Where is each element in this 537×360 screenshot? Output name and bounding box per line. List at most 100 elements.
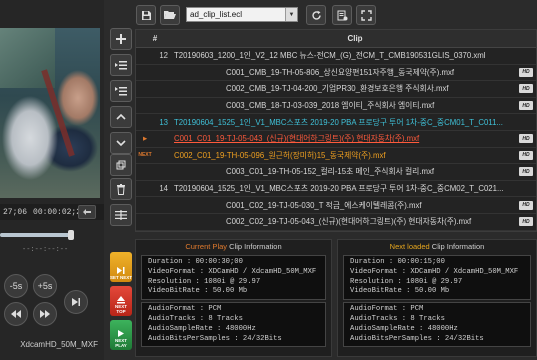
chevron-down-icon xyxy=(116,140,126,147)
clip-row-name: T20190603_1200_1인_V2_12 MBC 뉴스-전CM_(G)_전… xyxy=(174,51,486,61)
rewind-button[interactable] xyxy=(4,302,28,326)
save-playlist-button[interactable] xyxy=(136,5,156,25)
clip-table: # Clip 12 T20190603_1200_1인_V2_12 MBC 뉴스-… xyxy=(135,29,537,232)
move-up-button[interactable] xyxy=(110,106,132,128)
current-clip-info-label: Clip Information xyxy=(227,242,282,251)
info-line: AudioTracks : 8 Tracks xyxy=(148,314,243,323)
copy-clip-button[interactable] xyxy=(110,154,132,176)
fullscreen-button[interactable] xyxy=(356,5,376,25)
info-line: AudioSampleRate : 48000Hz xyxy=(350,324,458,333)
playing-marker: ▶ xyxy=(143,135,147,142)
next-audio-info: AudioFormat : PCM AudioTracks : 8 Tracks… xyxy=(343,302,531,348)
open-playlist-button[interactable] xyxy=(160,5,180,25)
next-play-label: NEXT PLAY xyxy=(114,338,127,348)
next-clip-info-panel: Next loaded Clip Information Duration : … xyxy=(337,239,537,357)
sync-icon xyxy=(83,209,91,215)
hd-badge: HD xyxy=(519,167,533,177)
clip-row[interactable]: NEXT C002_C01_19-TH-05-096_원근허(장미허)15_동국제… xyxy=(136,148,536,165)
clip-table-header: # Clip xyxy=(136,30,536,48)
insert-list-icon xyxy=(115,61,127,70)
chevron-down-icon: ▼ xyxy=(285,8,297,21)
skip-next-icon xyxy=(72,298,80,306)
info-line: AudioFormat : PCM xyxy=(148,305,222,314)
clip-row-number: 12 xyxy=(159,51,168,61)
playlist-select[interactable]: ad_clip_list.ecl ▼ xyxy=(186,7,298,22)
floppy-disk-icon xyxy=(141,10,151,20)
info-line: AudioTracks : 8 Tracks xyxy=(350,314,445,323)
format-status: XdcamHD_50M_MXF xyxy=(0,336,104,352)
chevron-up-icon xyxy=(116,113,126,120)
marker-timecode: --:--:--:-- xyxy=(22,246,69,254)
clip-row[interactable]: 13 T20190604_1525_1인_V1_MBC스포츠 2019-20 PB… xyxy=(136,114,536,131)
hd-badge: HD xyxy=(519,67,533,77)
insert-above-icon xyxy=(115,87,127,96)
playlist-settings-button[interactable] xyxy=(332,5,352,25)
fast-forward-button[interactable] xyxy=(33,302,57,326)
clip-row[interactable]: C001_C02_19-TJ-05-030_T 적금_에스케이텔레콤(주).mx… xyxy=(136,197,536,214)
clip-row-name: T20190604_1525_1인_V1_MBC스포츠 2019-20 PBA … xyxy=(174,117,503,127)
column-header-clip[interactable]: Clip xyxy=(174,34,536,43)
progress-thumb[interactable] xyxy=(68,230,74,240)
info-line: AudioSampleRate : 48000Hz xyxy=(148,324,256,333)
next-clip-info-title: Next loaded Clip Information xyxy=(338,240,536,253)
format-status-text: XdcamHD_50M_MXF xyxy=(20,339,98,349)
add-clip-button[interactable] xyxy=(110,28,132,50)
current-play-label: Current Play xyxy=(185,242,228,251)
clip-row-name: C001_CMB_19-TH-05-806_상신요양편151자주행_동국제약(주… xyxy=(226,67,455,77)
progress-track[interactable] xyxy=(0,233,70,237)
split-clip-button[interactable] xyxy=(110,204,132,226)
insert-clip-button[interactable] xyxy=(110,54,132,76)
next-top-button[interactable]: NEXT TOP xyxy=(110,286,132,316)
skip-forward-button[interactable]: +5s xyxy=(33,274,57,298)
insert-above-button[interactable] xyxy=(110,80,132,102)
refresh-icon xyxy=(311,10,321,20)
info-line: Resolution : 1080i @ 29.97 xyxy=(148,277,261,286)
clip-row[interactable]: C003_CMB_18-TJ-03-039_2018 엠이티_주식회사 엠이티.… xyxy=(136,98,536,115)
clip-row-name: C002_C01_19-TH-05-096_원근허(장미허)15_동국제약(주)… xyxy=(174,150,386,160)
delete-clip-button[interactable] xyxy=(110,178,132,200)
info-line: AudioBitsPerSamples : 24/32Bits xyxy=(148,334,282,343)
info-line: AudioFormat : PCM xyxy=(350,305,424,314)
current-clip-info-panel: Current Play Clip Information Duration :… xyxy=(135,239,332,357)
move-down-button[interactable] xyxy=(110,132,132,154)
folder-open-icon xyxy=(164,11,176,19)
fast-forward-icon xyxy=(40,310,50,318)
hd-badge: HD xyxy=(519,134,533,144)
clip-row-name: C002_CMB_19-TJ-04-200_기업PR30_환경보호은행 주식회사… xyxy=(226,84,449,94)
clip-row[interactable]: C002_C02_19-TJ-05-043_(신규)(현대어하그링트)(주) 현… xyxy=(136,214,536,231)
info-line: Resolution : 1080i @ 29.97 xyxy=(350,277,463,286)
clip-row[interactable]: ▶ C001_C01_19-TJ-05-043_(신규)(현대어하그링트)(주) … xyxy=(136,131,536,148)
skip-back-button[interactable]: -5s xyxy=(4,274,28,298)
hd-badge: HD xyxy=(519,150,533,160)
info-line: VideoFormat : XDCamHD / XdcamHD_50M_MXF xyxy=(148,267,317,276)
hd-badge: HD xyxy=(519,101,533,111)
next-play-icon xyxy=(118,330,124,337)
next-play-button[interactable]: NEXT PLAY xyxy=(110,320,132,350)
hd-badge: HD xyxy=(519,217,533,227)
timecode-current: 27;06 xyxy=(3,207,28,217)
set-next-icon xyxy=(117,267,125,274)
timecode-sync-button[interactable] xyxy=(78,205,96,219)
clip-row[interactable]: C001_CMB_19-TH-05-806_상신요양편151자주행_동국제약(주… xyxy=(136,65,536,82)
copy-icon xyxy=(116,160,126,170)
plus-icon xyxy=(116,34,126,44)
next-top-icon xyxy=(117,296,125,304)
next-marker: NEXT xyxy=(138,152,152,159)
next-top-label: NEXT TOP xyxy=(114,304,127,314)
info-line: AudioBitsPerSamples : 24/32Bits xyxy=(350,334,484,343)
refresh-playlist-button[interactable] xyxy=(306,5,326,25)
clip-row[interactable]: 12 T20190603_1200_1인_V2_12 MBC 뉴스-전CM_(G)… xyxy=(136,48,536,65)
info-line: Duration : 00:00:15;00 xyxy=(350,258,445,266)
set-next-button[interactable]: SET NEXT xyxy=(110,252,132,282)
clip-row[interactable]: 14 T20190604_1525_1인_V1_MBC스포츠 2019-20 PB… xyxy=(136,181,536,198)
playlist-select-value: ad_clip_list.ecl xyxy=(190,10,243,19)
current-audio-info: AudioFormat : PCM AudioTracks : 8 Tracks… xyxy=(141,302,326,348)
clip-row-number: 14 xyxy=(159,184,168,194)
info-line: VideoBitRate : 50.00 Mb xyxy=(148,287,248,296)
player-panel: 27;06 00:00:02;23 --:--:--:-- -5s +5s Xd… xyxy=(0,0,104,360)
skip-back-label: -5s xyxy=(9,281,23,291)
clip-row[interactable]: C003_C01_19-TH-05-152_컬리-15초 메인_주식회사 컬리.… xyxy=(136,164,536,181)
next-clip-button[interactable] xyxy=(64,290,88,314)
column-header-number[interactable]: # xyxy=(136,34,174,43)
clip-row[interactable]: C002_CMB_19-TJ-04-200_기업PR30_환경보호은행 주식회사… xyxy=(136,81,536,98)
